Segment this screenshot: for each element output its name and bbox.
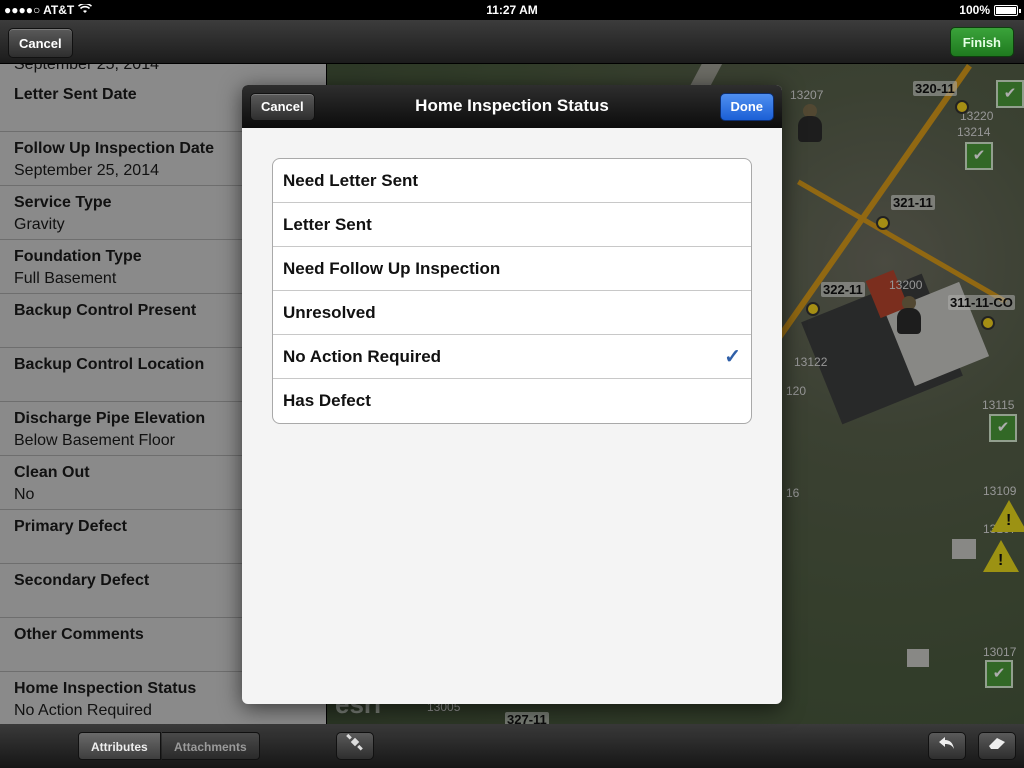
tab-attachments[interactable]: Attachments (162, 732, 260, 760)
battery-icon (994, 4, 1021, 16)
bottom-toolbar: Attributes Attachments (0, 724, 1024, 768)
finish-button[interactable]: Finish (949, 27, 1014, 57)
option-has-defect[interactable]: Has Defect (273, 379, 751, 423)
home-inspection-status-dialog: Cancel Home Inspection Status Done Need … (242, 85, 782, 704)
checkmark-icon: ✓ (724, 346, 741, 368)
dialog-title: Home Inspection Status (415, 96, 609, 115)
battery-indicator: 100% (959, 3, 1021, 17)
undo-icon[interactable] (928, 732, 966, 760)
tab-attributes[interactable]: Attributes (78, 732, 161, 760)
eraser-icon[interactable] (978, 732, 1016, 760)
status-options-list: Need Letter Sent Letter Sent Need Follow… (272, 158, 752, 424)
form-field-partial: September 25, 2014 (0, 64, 326, 78)
top-toolbar: Cancel Finish (0, 20, 1024, 64)
option-no-action-required[interactable]: No Action Required ✓ (273, 335, 751, 379)
cancel-button[interactable]: Cancel (8, 28, 73, 58)
gps-satellite-icon[interactable] (336, 732, 374, 760)
option-label: Need Follow Up Inspection (283, 259, 501, 278)
option-letter-sent[interactable]: Letter Sent (273, 203, 751, 247)
option-label: No Action Required (283, 347, 442, 366)
done-button[interactable]: Done (719, 93, 774, 121)
partial-field-value: September 25, 2014 (14, 64, 159, 73)
option-label: Need Letter Sent (283, 171, 419, 190)
option-need-follow-up-inspection[interactable]: Need Follow Up Inspection (273, 247, 751, 291)
dialog-header: Cancel Home Inspection Status Done (242, 85, 782, 128)
battery-label: 100% (959, 3, 990, 17)
clock: 11:27 AM (486, 3, 538, 17)
field-value: No Action Required (14, 702, 152, 719)
option-unresolved[interactable]: Unresolved (273, 291, 751, 335)
option-label: Letter Sent (283, 215, 372, 234)
option-need-letter-sent[interactable]: Need Letter Sent (273, 159, 751, 203)
status-bar: ●●●●○ AT&T 11:27 AM 100% (0, 0, 1024, 20)
option-label: Has Defect (283, 391, 371, 410)
option-label: Unresolved (283, 303, 376, 322)
